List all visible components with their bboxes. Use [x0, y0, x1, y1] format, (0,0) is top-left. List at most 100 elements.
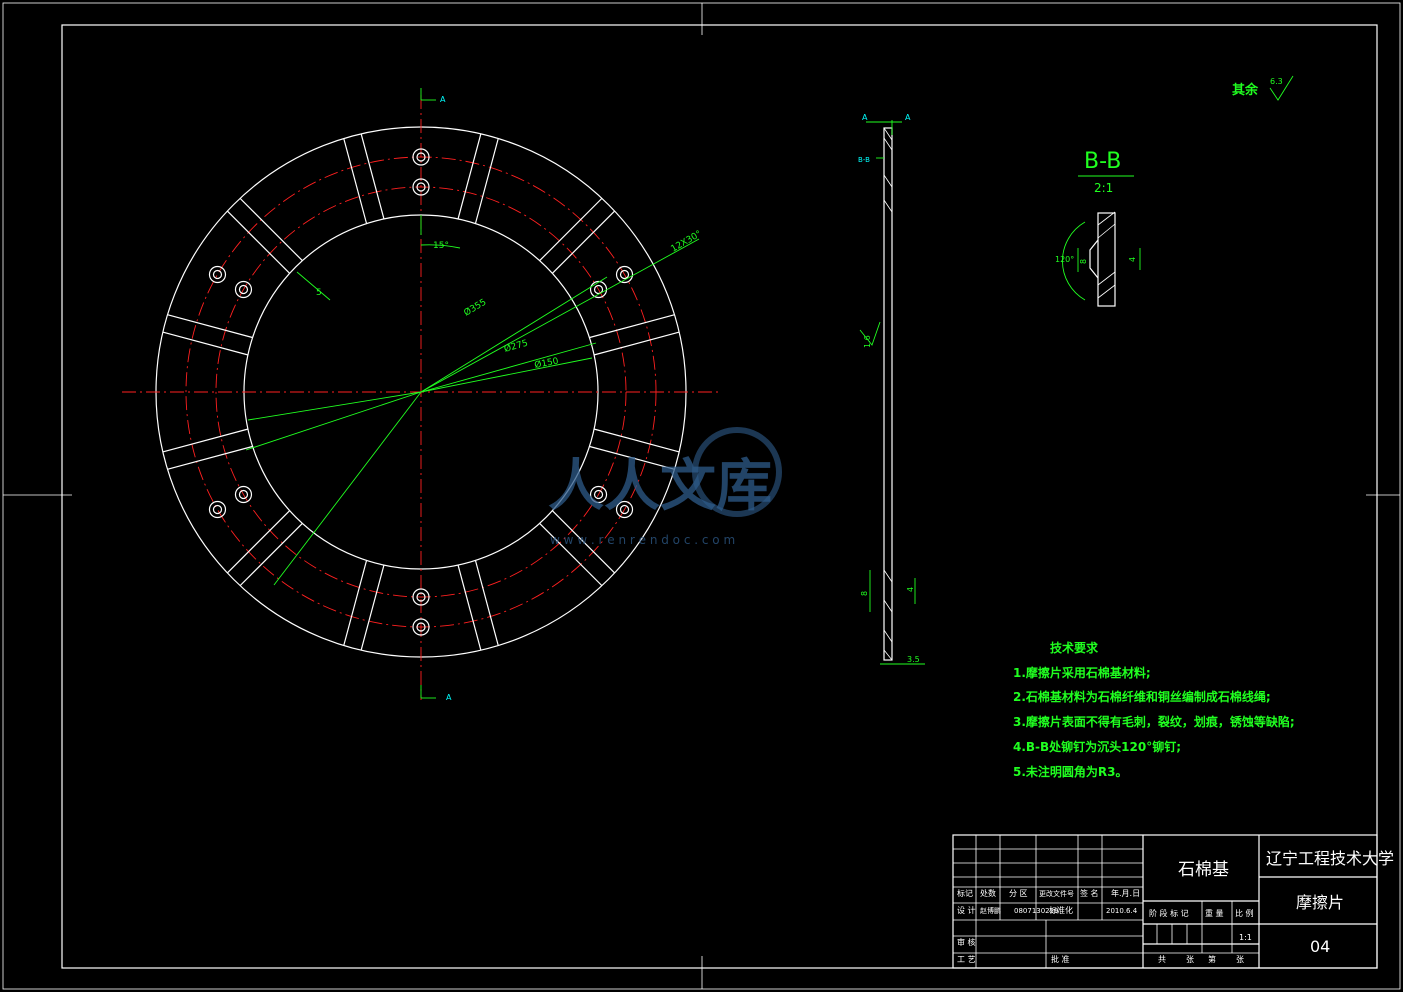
- tb-hdr-zone: 分 区: [1009, 889, 1028, 898]
- dim-d-inner: Ø150: [533, 355, 559, 370]
- slot-edge: [343, 138, 368, 224]
- rivet-hole-outer: [208, 500, 227, 519]
- tb-review: 审 核: [957, 937, 976, 947]
- side-section-view: A A B-B 1.6 8 4 3.5: [858, 113, 925, 665]
- tech-item-5: 5.未注明圆角为R3。: [1013, 764, 1128, 779]
- slot-edge: [474, 560, 499, 646]
- tb-design-std: 标准化: [1049, 905, 1073, 915]
- tb-stage-label: 阶 段 标 记: [1149, 908, 1189, 918]
- slot-edge: [162, 428, 248, 453]
- detail-scale: 2:1: [1094, 181, 1113, 195]
- tb-craft: 工 艺: [957, 955, 976, 964]
- hatch-2: [883, 137, 893, 151]
- tb-hdr-date: 年.月.日: [1111, 888, 1140, 898]
- section-a-side-right: A: [905, 113, 911, 122]
- tb-drawing-no: 04: [1310, 937, 1330, 956]
- slot-width-dim: [296, 271, 331, 301]
- countersink: [1089, 239, 1099, 279]
- detail-dim-8: 8: [1079, 259, 1088, 264]
- slot-edge: [474, 138, 499, 224]
- section-a-bottom: A: [446, 693, 452, 702]
- tech-title: 技术要求: [1050, 640, 1099, 655]
- hatch-6: [883, 599, 893, 613]
- slot-edge: [226, 210, 290, 274]
- hatch-5: [883, 569, 893, 583]
- hatch-3: [883, 174, 893, 188]
- side-hole-4: 4: [906, 587, 915, 592]
- detail-dim-4: 4: [1128, 257, 1137, 262]
- tech-requirements: 技术要求 1.摩擦片采用石棉基材料; 2.石棉基材料为石棉纤维和铜丝编制成石棉线…: [1013, 640, 1295, 779]
- section-b-mark: B-B: [858, 156, 870, 164]
- slot-edge: [360, 133, 385, 219]
- rivet-hole-inner: [212, 269, 223, 280]
- tb-material: 石棉基: [1178, 860, 1229, 880]
- slot-edge: [360, 565, 385, 651]
- tb-hdr-sign: 签 名: [1080, 888, 1099, 898]
- dim-slot-count: 12X30°: [670, 229, 704, 254]
- dim-line-inner: [420, 357, 593, 393]
- d-hatch-1: [1097, 211, 1116, 226]
- side-hole-8: 8: [860, 591, 869, 596]
- dim-line-pitch-ext: [245, 391, 422, 451]
- rivet-hole-inner: [212, 504, 223, 515]
- watermark-url: w w w . r e n r e n d o c . c o m: [550, 533, 735, 547]
- roughness-label: 其余: [1232, 82, 1259, 98]
- tb-approve: 批 准: [1051, 954, 1070, 964]
- side-thickness: 3.5: [907, 655, 920, 664]
- tb-hdr-count: 处数: [980, 888, 996, 898]
- slot-edge: [343, 560, 368, 646]
- slot-edge: [457, 133, 482, 219]
- tb-part-name: 摩擦片: [1296, 893, 1344, 912]
- tech-item-3: 3.摩擦片表面不得有毛刺，裂纹，划痕，锈蚀等缺陷;: [1013, 714, 1295, 729]
- dim-line-slots: [420, 238, 700, 393]
- tb-stage-ratio: 比 例: [1235, 908, 1254, 918]
- tb-hdr-doc: 更改文件号: [1039, 889, 1074, 898]
- detail-angle: 120°: [1055, 255, 1074, 264]
- tech-item-2: 2.石棉基材料为石棉纤维和铜丝编制成石棉线绳;: [1013, 689, 1271, 704]
- title-block: 石棉基 辽宁工程技术大学 摩擦片 04 1:1 标记 处数 分 区 更改文件号 …: [952, 834, 1394, 969]
- revision-grid: [953, 835, 1143, 968]
- tb-sheets-zhang2: 张: [1236, 955, 1244, 964]
- slot-edge: [226, 510, 290, 574]
- slot-edge: [162, 331, 248, 356]
- hatch-4: [883, 199, 893, 213]
- tb-design-name: 赵博鹏: [980, 906, 1001, 915]
- watermark-brand: 人人文库: [548, 454, 772, 519]
- dim-line-outer-ext: [273, 391, 422, 586]
- tb-design-label: 设 计: [957, 905, 976, 915]
- slot-edge: [167, 445, 253, 470]
- d-hatch-2: [1097, 223, 1116, 239]
- tech-item-1: 1.摩擦片采用石棉基材料;: [1013, 665, 1151, 680]
- tb-design-date: 2010.6.4: [1106, 907, 1138, 915]
- dim-slot-width: 5: [316, 288, 322, 298]
- roughness-value: 6.3: [1270, 77, 1283, 86]
- slot-edge: [589, 314, 675, 339]
- tb-stage-weight: 重 量: [1205, 908, 1224, 918]
- tb-sheets-di: 第: [1208, 954, 1216, 964]
- dim-line-inner-ext: [247, 391, 422, 421]
- tb-university: 辽宁工程技术大学: [1266, 849, 1394, 868]
- tb-scale: 1:1: [1239, 933, 1252, 942]
- detail-outline: [1097, 212, 1116, 307]
- rivet-hole-outer: [208, 265, 227, 284]
- side-roughness: 1.6: [863, 335, 872, 348]
- dim-d-outer: Ø355: [462, 297, 488, 319]
- dim-slot-angle: 15°: [433, 241, 449, 251]
- friction-disc-view: Ø355 Ø275 Ø150 12X30° 15° 5 A A: [122, 88, 720, 702]
- tb-sheets-total: 共: [1158, 955, 1166, 964]
- tb-hdr-mark: 标记: [957, 888, 973, 898]
- slot-edge: [594, 331, 680, 356]
- slot-edge: [594, 428, 680, 453]
- d-hatch-3: [1097, 271, 1116, 286]
- hatch-1: [883, 127, 893, 141]
- slot-edge: [239, 197, 303, 261]
- cad-drawing: Ø355 Ø275 Ø150 12X30° 15° 5 A A A A B-B …: [2, 2, 1401, 990]
- hatch-8: [883, 649, 893, 661]
- slot-edge: [457, 565, 482, 651]
- hatch-7: [883, 629, 893, 643]
- section-a-top: A: [440, 95, 446, 104]
- detail-title: B-B: [1084, 149, 1121, 174]
- tech-item-4: 4.B-B处铆钉为沉头120°铆钉;: [1013, 739, 1181, 754]
- slot-edge: [239, 523, 303, 587]
- slot-edge: [552, 210, 616, 274]
